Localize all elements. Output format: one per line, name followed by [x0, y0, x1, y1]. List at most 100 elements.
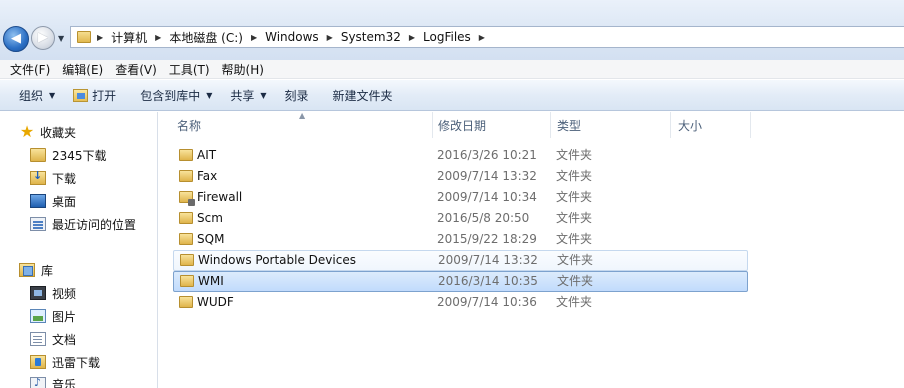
file-row[interactable]: Fax 2009/7/14 13:32 文件夹	[173, 167, 748, 188]
file-date: 2009/7/14 10:34	[437, 190, 537, 204]
breadcrumb-separator-icon[interactable]: ▶	[407, 33, 417, 42]
back-button[interactable]: ◀	[3, 26, 29, 52]
nav-item-downloads[interactable]: 下载	[30, 169, 76, 187]
nav-item-label: 桌面	[52, 194, 77, 209]
file-type: 文件夹	[556, 169, 593, 183]
menu-help[interactable]: 帮助(H)	[216, 61, 270, 78]
folder-icon	[180, 275, 194, 287]
nav-item-label: 音乐	[52, 377, 77, 388]
new-folder-button[interactable]: 新建文件夹	[324, 83, 402, 107]
menu-edit[interactable]: 编辑(E)	[56, 61, 109, 78]
forward-arrow-icon: ▶	[38, 30, 48, 45]
nav-item-pictures[interactable]: 图片	[30, 307, 76, 325]
nav-item-label: 视频	[52, 286, 77, 301]
file-type: 文件夹	[556, 148, 593, 162]
command-bar: 组织 ▼ 打开 包含到库中 ▼ 共享 ▼ 刻录 新建文件夹	[0, 80, 904, 111]
nav-item-documents[interactable]: 文档	[30, 330, 76, 348]
folder-icon	[77, 31, 91, 43]
folder-icon	[30, 148, 46, 162]
file-row[interactable]: Scm 2016/5/8 20:50 文件夹	[173, 209, 748, 230]
share-button[interactable]: 共享 ▼	[221, 83, 275, 107]
file-row[interactable]: SQM 2015/9/22 18:29 文件夹	[173, 230, 748, 251]
file-date: 2016/3/26 10:21	[437, 148, 537, 162]
nav-item-thunder-download[interactable]: 迅雷下载	[30, 353, 100, 371]
chevron-down-icon: ▼	[260, 90, 267, 100]
burn-button[interactable]: 刻录	[276, 83, 318, 107]
file-name: Scm	[197, 211, 223, 225]
menu-file[interactable]: 文件(F)	[4, 61, 56, 78]
breadcrumb-separator-icon[interactable]: ▶	[153, 33, 163, 42]
organize-button[interactable]: 组织 ▼	[10, 83, 64, 107]
locked-folder-icon	[179, 191, 195, 206]
open-button[interactable]: 打开	[64, 83, 125, 107]
video-icon	[30, 286, 46, 300]
column-header-size[interactable]: 大小	[671, 112, 751, 138]
breadcrumb-logfiles[interactable]: LogFiles	[417, 27, 477, 47]
file-name: SQM	[197, 232, 225, 246]
file-date: 2009/7/14 13:32	[438, 253, 538, 267]
breadcrumb-system32[interactable]: System32	[335, 27, 407, 47]
file-date: 2009/7/14 13:32	[437, 169, 537, 183]
folder-icon	[179, 233, 193, 245]
column-header-size-label: 大小	[678, 118, 703, 133]
column-header-type[interactable]: 类型	[551, 112, 671, 138]
file-type: 文件夹	[557, 274, 594, 288]
column-header-type-label: 类型	[557, 118, 582, 133]
breadcrumb-windows[interactable]: Windows	[259, 27, 325, 47]
chevron-down-icon: ▼	[49, 90, 56, 100]
file-type: 文件夹	[556, 211, 593, 225]
nav-libraries[interactable]: 库	[19, 261, 53, 279]
nav-item-videos[interactable]: 视频	[30, 284, 76, 302]
file-list: ▲ 名称 修改日期 类型 大小 AIT 2016/3/26 10:21 文件夹 …	[159, 111, 904, 388]
nav-item-label: 最近访问的位置	[52, 217, 137, 232]
breadcrumb-local-disk[interactable]: 本地磁盘 (C:)	[163, 27, 249, 47]
nav-item-recent-places[interactable]: 最近访问的位置	[30, 215, 136, 233]
breadcrumb-computer[interactable]: 计算机	[105, 27, 153, 47]
nav-item-desktop[interactable]: 桌面	[30, 192, 76, 210]
file-date: 2016/5/8 20:50	[437, 211, 530, 225]
column-header-name-label: 名称	[177, 118, 202, 133]
nav-item-label: 图片	[52, 309, 77, 324]
share-label: 共享	[230, 88, 255, 103]
include-in-library-button[interactable]: 包含到库中 ▼	[131, 83, 221, 107]
file-row-selected[interactable]: WMI 2016/3/14 10:35 文件夹	[173, 271, 748, 292]
breadcrumb-separator-icon[interactable]: ▶	[325, 33, 335, 42]
file-date: 2015/9/22 18:29	[437, 232, 537, 246]
file-type: 文件夹	[556, 190, 593, 204]
back-arrow-icon: ◀	[11, 31, 21, 46]
file-name: Firewall	[197, 190, 243, 204]
column-header-date[interactable]: 修改日期	[433, 112, 551, 138]
file-row[interactable]: Firewall 2009/7/14 10:34 文件夹	[173, 188, 748, 209]
menu-view[interactable]: 查看(V)	[109, 61, 163, 78]
burn-label: 刻录	[284, 88, 309, 103]
folder-icon	[179, 149, 193, 161]
forward-button[interactable]: ▶	[31, 26, 55, 50]
lock-icon	[188, 199, 195, 206]
file-row[interactable]: WUDF 2009/7/14 10:36 文件夹	[173, 293, 748, 314]
nav-item-music[interactable]: 音乐	[30, 375, 76, 388]
folder-icon	[179, 296, 193, 308]
open-folder-icon	[73, 88, 89, 102]
folder-icon	[180, 254, 194, 266]
breadcrumb-separator-icon[interactable]: ▶	[249, 33, 259, 42]
menu-tools[interactable]: 工具(T)	[163, 61, 216, 78]
music-icon	[30, 376, 46, 388]
file-name: Windows Portable Devices	[198, 253, 356, 267]
star-icon: ★	[19, 122, 35, 141]
nav-item-2345-download[interactable]: 2345下载	[30, 146, 107, 164]
breadcrumb-separator-icon[interactable]: ▶	[477, 33, 487, 42]
recent-pages-dropdown-icon[interactable]: ▼	[58, 34, 64, 43]
nav-favorites[interactable]: ★ 收藏夹	[19, 123, 76, 141]
file-type: 文件夹	[556, 232, 593, 246]
breadcrumb[interactable]: ▶ 计算机 ▶ 本地磁盘 (C:) ▶ Windows ▶ System32 ▶…	[70, 26, 904, 48]
nav-item-label: 下载	[52, 171, 77, 186]
desktop-icon	[30, 194, 46, 208]
file-date: 2009/7/14 10:36	[437, 295, 537, 309]
file-row[interactable]: AIT 2016/3/26 10:21 文件夹	[173, 146, 748, 167]
file-row-hovered[interactable]: Windows Portable Devices 2009/7/14 13:32…	[173, 250, 748, 271]
breadcrumb-separator-icon[interactable]: ▶	[95, 33, 105, 42]
file-name: AIT	[197, 148, 217, 162]
file-date: 2016/3/14 10:35	[438, 274, 538, 288]
column-header-name[interactable]: ▲ 名称	[159, 111, 433, 138]
pictures-icon	[30, 309, 46, 323]
